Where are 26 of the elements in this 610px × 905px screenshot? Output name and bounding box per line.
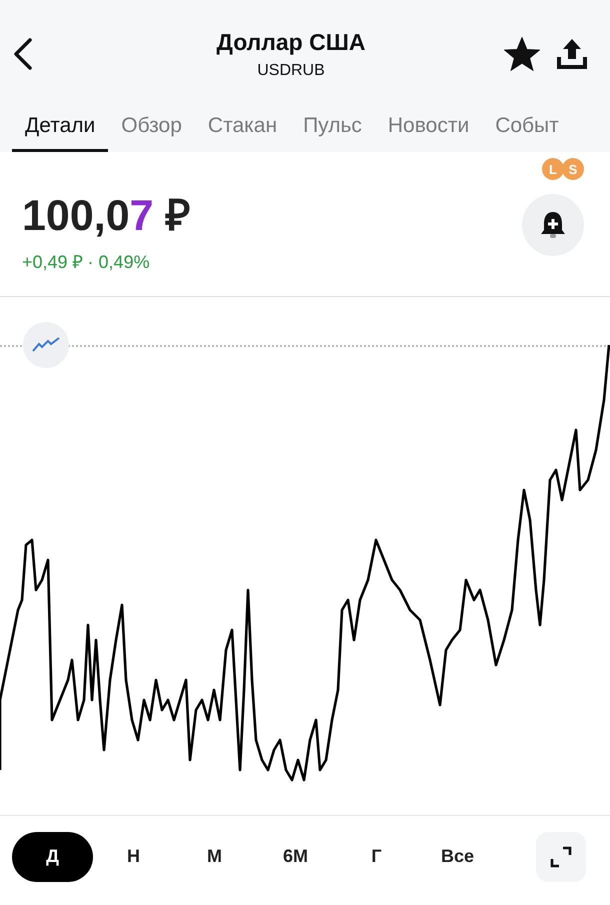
period-button[interactable]: 6М xyxy=(255,832,336,882)
period-button[interactable]: М xyxy=(174,832,255,882)
share-icon[interactable] xyxy=(556,37,588,72)
price: 100,07 ₽ xyxy=(22,191,190,242)
period-button[interactable]: Н xyxy=(93,832,174,882)
price-change: +0,49 ₽ · 0,49% xyxy=(22,251,151,273)
tab[interactable]: Новости xyxy=(374,102,482,152)
ticker: USDRUB xyxy=(257,62,325,80)
chart-type-button[interactable] xyxy=(23,322,69,368)
tab[interactable]: Обзор xyxy=(108,102,195,152)
tab[interactable]: Событ xyxy=(482,102,572,152)
badge: L xyxy=(542,158,564,180)
star-icon[interactable] xyxy=(504,37,540,72)
period-button[interactable]: Все xyxy=(417,832,498,882)
bell-icon xyxy=(539,210,567,240)
tab[interactable]: Пульс xyxy=(290,102,375,152)
period-button[interactable]: Д xyxy=(12,832,93,882)
fullscreen-button[interactable] xyxy=(536,832,586,882)
period-button[interactable]: Г xyxy=(336,832,417,882)
expand-icon xyxy=(549,844,573,868)
badge: S xyxy=(562,158,584,180)
tab[interactable]: Стакан xyxy=(194,102,290,152)
window-title: Доллар США xyxy=(216,28,366,56)
back-icon[interactable] xyxy=(12,37,34,72)
line-chart-icon xyxy=(32,337,60,353)
tab[interactable]: Детали xyxy=(12,102,108,152)
